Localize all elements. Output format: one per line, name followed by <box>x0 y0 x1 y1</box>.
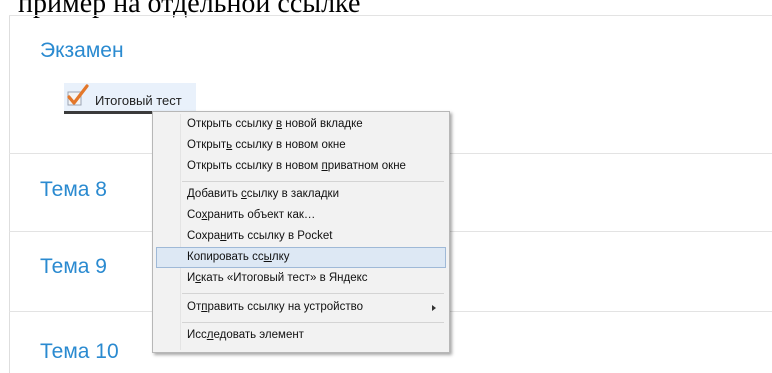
quiz-checkmark-icon <box>64 83 90 107</box>
submenu-arrow-icon <box>432 305 436 311</box>
menu-item-bookmark-link[interactable]: Добавить ссылку в закладки <box>156 184 446 205</box>
menu-separator <box>182 322 444 323</box>
menu-separator <box>182 293 444 294</box>
top-divider <box>9 15 772 16</box>
menu-item-open-new-window[interactable]: Открыть ссылку в новом окне <box>156 135 446 156</box>
activity-link-final-test[interactable]: Итоговый тест <box>64 83 196 111</box>
menu-item-save-object-as[interactable]: Сохранить объект как… <box>156 205 446 226</box>
left-border <box>9 16 10 373</box>
activity-label: Итоговый тест <box>95 92 182 108</box>
menu-item-search-yandex[interactable]: Искать «Итоговый тест» в Яндекс <box>156 268 446 289</box>
section-title-exam[interactable]: Экзамен <box>40 39 124 63</box>
menu-item-send-to-device[interactable]: Отправить ссылку на устройство <box>156 297 446 318</box>
menu-item-copy-link[interactable]: Копировать ссылку <box>156 247 446 268</box>
section-title-topic-9[interactable]: Тема 9 <box>40 255 107 279</box>
menu-item-open-new-tab[interactable]: Открыть ссылку в новой вкладке <box>156 114 446 135</box>
section-title-topic-10[interactable]: Тема 10 <box>40 340 119 364</box>
top-partial-text: пример на отдельной ссылке <box>18 0 361 19</box>
menu-item-open-private-window[interactable]: Открыть ссылку в новом приватном окне <box>156 156 446 177</box>
menu-item-inspect-element[interactable]: Исследовать элемент <box>156 325 446 346</box>
activity-focus-underline <box>64 111 154 114</box>
section-title-topic-8[interactable]: Тема 8 <box>40 178 107 202</box>
menu-item-save-to-pocket[interactable]: Сохранить ссылку в Pocket <box>156 226 446 247</box>
context-menu: Открыть ссылку в новой вкладке Открыть с… <box>152 111 450 353</box>
menu-separator <box>182 181 444 182</box>
